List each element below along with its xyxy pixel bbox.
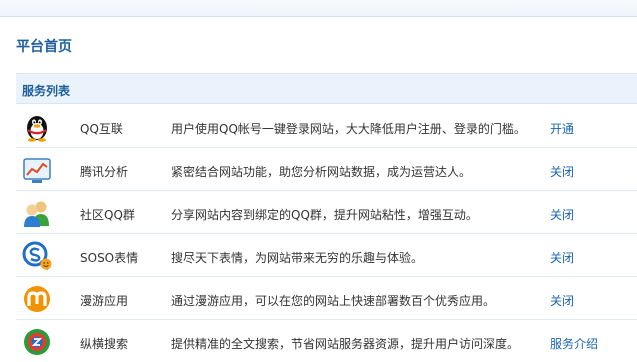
soso-emoticon-icon xyxy=(21,240,53,272)
service-row-zongheng-search: 纵横搜索 提供精准的全文搜索，节省网站服务器资源，提升用户访问深度。 服务介绍 xyxy=(16,320,637,362)
manyou-apps-icon xyxy=(21,283,53,315)
service-row-community-qq-group: 社区QQ群 分享网站内容到绑定的QQ群，提升网站粘性，增强互动。 关闭 xyxy=(16,191,637,234)
zongheng-search-icon xyxy=(21,326,53,358)
service-description: 搜尽天下表情，为网站带来无穷的乐趣与体验。 xyxy=(171,251,424,265)
qq-penguin-icon xyxy=(21,111,53,143)
top-bar xyxy=(0,0,637,17)
service-description: 提供精准的全文搜索，节省网站服务器资源，提升用户访问深度。 xyxy=(171,337,520,351)
service-description: 用户使用QQ帐号一键登录网站，大大降低用户注册、登录的门槛。 xyxy=(171,122,526,136)
service-name: 漫游应用 xyxy=(80,294,129,308)
service-description: 分享网站内容到绑定的QQ群，提升网站粘性，增强互动。 xyxy=(171,208,478,222)
service-name: SOSO表情 xyxy=(80,251,139,265)
service-intro-link[interactable]: 服务介绍 xyxy=(550,335,598,352)
service-description: 通过漫游应用，可以在您的网站上快速部署数百个优秀应用。 xyxy=(171,294,496,308)
close-link[interactable]: 关闭 xyxy=(550,206,574,223)
service-name: 社区QQ群 xyxy=(80,208,135,222)
service-name: 腾讯分析 xyxy=(80,165,129,179)
service-row-tencent-analytics: 腾讯分析 紧密结合网站功能，助您分析网站数据，成为运营达人。 关闭 xyxy=(16,148,637,191)
close-link[interactable]: 关闭 xyxy=(550,163,574,180)
service-name: QQ互联 xyxy=(80,122,123,136)
service-name: 纵横搜索 xyxy=(80,337,129,351)
service-description: 紧密结合网站功能，助您分析网站数据，成为运营达人。 xyxy=(171,165,472,179)
service-list-header: 服务列表 xyxy=(16,73,637,104)
service-list-title: 服务列表 xyxy=(22,84,71,98)
service-row-qq-connect: QQ互联 用户使用QQ帐号一键登录网站，大大降低用户注册、登录的门槛。 开通 xyxy=(16,105,637,148)
analytics-chart-icon xyxy=(21,154,53,186)
page-title: 平台首页 xyxy=(16,39,72,55)
community-group-icon xyxy=(21,197,53,229)
service-list: QQ互联 用户使用QQ帐号一键登录网站，大大降低用户注册、登录的门槛。 开通 腾… xyxy=(16,105,637,362)
close-link[interactable]: 关闭 xyxy=(550,292,574,309)
enable-link[interactable]: 开通 xyxy=(550,120,574,137)
close-link[interactable]: 关闭 xyxy=(550,249,574,266)
service-row-manyou-apps: 漫游应用 通过漫游应用，可以在您的网站上快速部署数百个优秀应用。 关闭 xyxy=(16,277,637,320)
service-row-soso-emoticons: SOSO表情 搜尽天下表情，为网站带来无穷的乐趣与体验。 关闭 xyxy=(16,234,637,277)
